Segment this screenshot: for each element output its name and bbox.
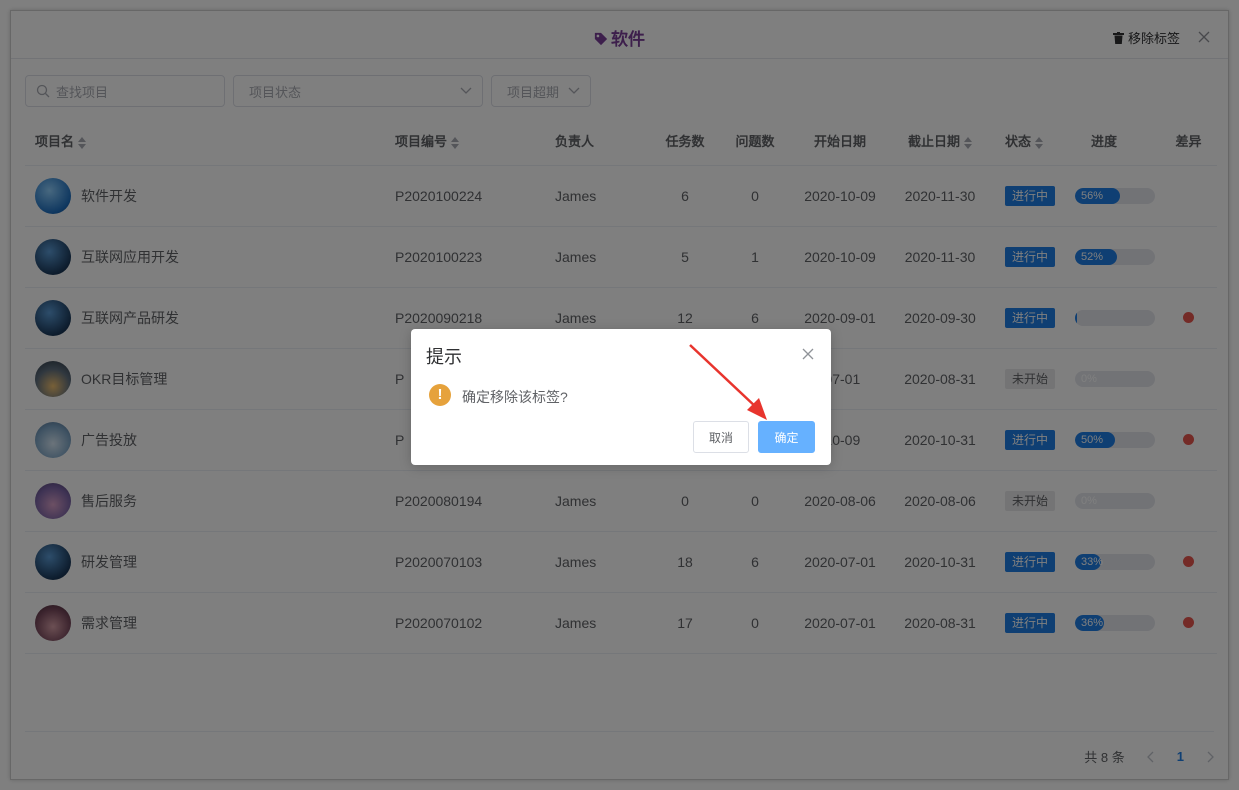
red-arrow-annotation	[689, 344, 767, 420]
dialog-title: 提示	[426, 347, 462, 367]
dialog-message: 确定移除该标签?	[462, 389, 568, 405]
dialog-close-icon[interactable]	[801, 347, 815, 361]
warning-icon: !	[429, 384, 451, 406]
